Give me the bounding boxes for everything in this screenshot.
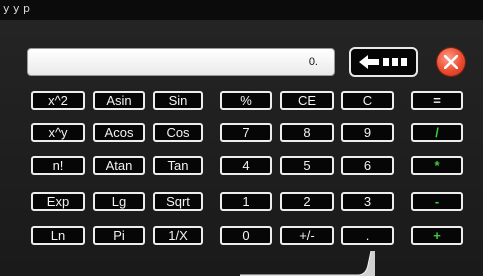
key-factorial[interactable]: n! [31,156,85,175]
bottom-drawer-tab[interactable] [240,251,375,276]
key-asin[interactable]: Asin [93,91,145,110]
backspace-button[interactable] [349,47,418,77]
key-atan[interactable]: Atan [93,156,145,175]
key-exp[interactable]: Exp [31,192,85,211]
key-1[interactable]: 1 [220,192,272,211]
key-pi[interactable]: Pi [93,226,145,245]
key-reciprocal[interactable]: 1/X [153,226,203,245]
key-2[interactable]: 2 [280,192,334,211]
key-lg[interactable]: Lg [93,192,145,211]
display-value: 0. [308,56,318,68]
key-ln[interactable]: Ln [31,226,85,245]
key-5[interactable]: 5 [280,156,334,175]
key-divide[interactable]: / [411,123,463,142]
key-0[interactable]: 0 [220,226,272,245]
key-sqrt[interactable]: Sqrt [153,192,203,211]
key-clear-entry[interactable]: CE [280,91,334,110]
key-8[interactable]: 8 [280,123,334,142]
close-button[interactable] [437,48,465,76]
key-3[interactable]: 3 [341,192,394,211]
key-sin[interactable]: Sin [153,91,203,110]
key-6[interactable]: 6 [341,156,394,175]
key-multiply[interactable]: * [411,156,463,175]
backspace-arrow-icon [359,55,407,69]
key-tan[interactable]: Tan [153,156,203,175]
key-add[interactable]: + [411,226,463,245]
key-cos[interactable]: Cos [153,123,203,142]
close-x-icon [444,55,458,69]
key-equals[interactable]: = [411,91,463,110]
key-7[interactable]: 7 [220,123,272,142]
key-power[interactable]: x^y [31,123,85,142]
key-subtract[interactable]: - [411,192,463,211]
result-display: 0. [27,48,335,76]
top-bar-glyphs: y y p [3,2,30,15]
key-decimal[interactable]: . [341,226,394,245]
key-square[interactable]: x^2 [31,91,85,110]
key-acos[interactable]: Acos [93,123,145,142]
key-4[interactable]: 4 [220,156,272,175]
key-negate[interactable]: +/- [280,226,334,245]
top-status-bar: y y p [0,0,483,20]
key-clear[interactable]: C [341,91,394,110]
key-percent[interactable]: % [220,91,272,110]
key-9[interactable]: 9 [341,123,394,142]
